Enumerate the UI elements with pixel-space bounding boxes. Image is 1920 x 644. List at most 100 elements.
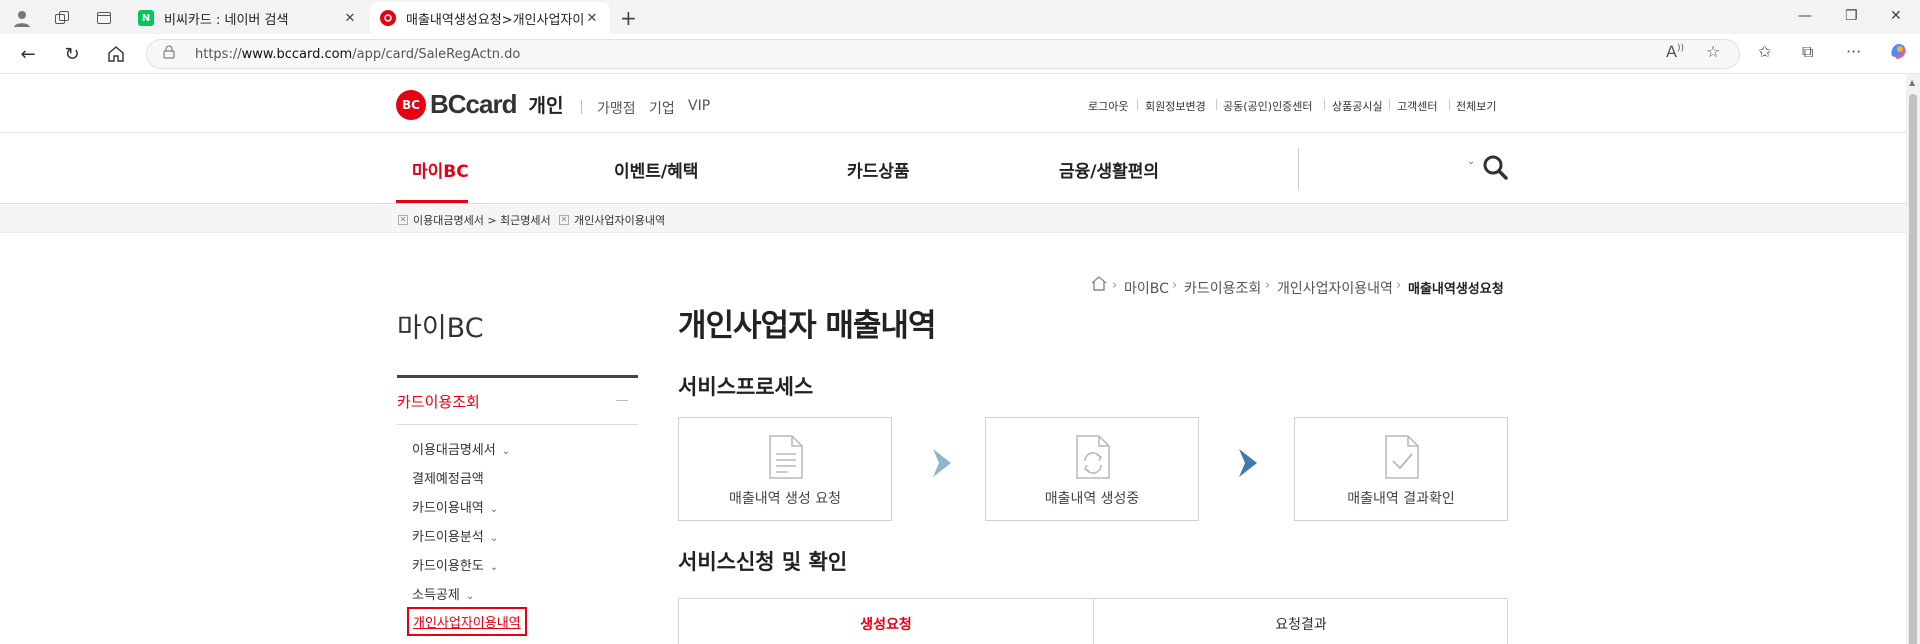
gnb-events[interactable]: 이벤트/혜택 — [614, 157, 698, 182]
tab-title: 비씨카드 : 네이버 검색 — [164, 12, 289, 28]
address-bar[interactable]: https://www.bccard.com/app/card/SaleRegA… — [146, 39, 1740, 69]
tab-bccard[interactable]: 매출내역생성요청>개인사업자이용내역 ✕ — [370, 2, 610, 34]
new-tab-icon[interactable]: + — [620, 6, 637, 30]
collections-icon[interactable]: ⧉ — [1802, 42, 1813, 62]
url-path: /app/card/SaleRegActn.do — [352, 46, 521, 62]
restore-icon[interactable]: ❐ — [1845, 8, 1858, 24]
browser-toolbar: ← ↻ https://www.bccard.com/app/card/Sale… — [0, 34, 1920, 74]
lnb-section-card-usage[interactable]: 카드이용조회 — [397, 391, 480, 412]
breadcrumb-item[interactable]: 개인사업자이용내역 — [1277, 278, 1393, 298]
certificate-center-link[interactable]: 공동(공인)인증센터 — [1223, 98, 1313, 114]
lnb-item-sole-proprietor[interactable]: 개인사업자이용내역 — [407, 607, 527, 636]
recent-item[interactable]: ✕ 이용대금명세서 > 최근명세서 — [398, 212, 551, 228]
chevron-down-icon: ⌄ — [489, 533, 499, 544]
customer-center-link[interactable]: 고객센터 — [1397, 98, 1437, 114]
page-title: 개인사업자 매출내역 — [678, 308, 936, 344]
divider — [1298, 148, 1299, 190]
breadcrumb-item[interactable]: 마이BC — [1124, 278, 1169, 298]
document-check-icon — [1385, 435, 1419, 479]
profile-icon[interactable] — [10, 6, 34, 30]
util-divider — [1216, 99, 1217, 110]
read-aloud-icon[interactable]: A)) — [1666, 42, 1684, 61]
tab-naver-search[interactable]: N 비씨카드 : 네이버 검색 ✕ — [128, 2, 368, 34]
favorites-icon[interactable]: ✩ — [1758, 42, 1771, 61]
lnb-title: 마이BC — [397, 313, 484, 344]
process-step-result: 매출내역 결과확인 — [1294, 417, 1508, 521]
back-icon[interactable]: ← — [16, 42, 40, 66]
view-all-link[interactable]: 전체보기 — [1456, 98, 1496, 114]
lnb-item-label: 카드이용내역 — [412, 501, 484, 516]
scrollbar-thumb[interactable] — [1909, 94, 1917, 644]
close-icon[interactable]: ✕ — [584, 11, 600, 26]
tab-title: 매출내역생성요청>개인사업자이용내역 — [406, 12, 584, 28]
chevron-down-icon: ⌄ — [465, 591, 475, 602]
home-icon[interactable] — [104, 42, 128, 66]
recent-item[interactable]: ✕ 개인사업자이용내역 — [559, 212, 665, 228]
chevron-right-icon — [1239, 449, 1257, 477]
chevron-down-icon: ⌄ — [489, 504, 499, 515]
lnb-item-usage-history[interactable]: 카드이용내역 ⌄ — [412, 497, 498, 516]
home-icon[interactable] — [1091, 276, 1107, 295]
recent-item-label: 이용대금명세서 > 최근명세서 — [413, 214, 551, 227]
step-label: 매출내역 생성중 — [1044, 491, 1140, 507]
process-step-generating: 매출내역 생성중 — [985, 417, 1199, 521]
lnb-item-label: 카드이용분석 — [412, 530, 484, 545]
gnb-finance[interactable]: 금융/생활편의 — [1059, 157, 1159, 182]
document-refresh-icon — [1076, 435, 1110, 479]
product-disclosure-link[interactable]: 상품공시실 — [1332, 98, 1383, 114]
chevron-right-icon: › — [1265, 278, 1271, 293]
vertical-tabs-icon[interactable] — [92, 6, 116, 30]
chevron-right-icon — [933, 449, 951, 477]
logout-link[interactable]: 로그아웃 — [1088, 98, 1128, 114]
lnb-item-tax-deduction[interactable]: 소득공제 ⌄ — [412, 584, 474, 603]
util-divider — [1324, 99, 1325, 110]
process-title: 서비스프로세스 — [678, 375, 814, 399]
breadcrumb-item[interactable]: 카드이용조회 — [1184, 278, 1261, 298]
gnb-my-bc[interactable]: 마이BC — [412, 157, 469, 182]
bc-logo-mark: BC — [396, 89, 426, 120]
step-label: 매출내역 생성 요청 — [729, 491, 841, 507]
refresh-icon[interactable]: ↻ — [60, 42, 84, 66]
chevron-right-icon: › — [1112, 278, 1118, 293]
tab-request-result[interactable]: 요청결과 — [1094, 599, 1508, 644]
main-navigation: 마이BC 이벤트/혜택 카드상품 금융/생활편의 ⌄ — [0, 134, 1906, 204]
close-icon[interactable]: ✕ — [398, 215, 408, 225]
lnb-item-label: 결제예정금액 — [412, 472, 484, 487]
subsite-corporate[interactable]: 기업 — [649, 98, 675, 118]
lnb-item-label: 개인사업자이용내역 — [413, 616, 521, 631]
subsite-vip[interactable]: VIP — [688, 98, 710, 114]
workspaces-icon[interactable] — [50, 6, 74, 30]
close-icon[interactable]: ✕ — [559, 215, 569, 225]
divider — [397, 375, 638, 378]
search-icon[interactable] — [1482, 154, 1508, 180]
lnb-item-usage-limit[interactable]: 카드이용한도 ⌄ — [412, 555, 498, 574]
naver-icon: N — [138, 10, 154, 26]
recent-item-label: 개인사업자이용내역 — [574, 214, 666, 227]
close-icon[interactable]: ✕ — [342, 11, 358, 26]
chevron-down-icon: ⌄ — [489, 562, 499, 573]
site-header: BC BCcard 개인 가맹점 기업 VIP 로그아웃 회원정보변경 공동(공… — [0, 74, 1906, 133]
close-window-icon[interactable]: ✕ — [1890, 8, 1902, 24]
gnb-card-products[interactable]: 카드상품 — [847, 157, 910, 182]
service-tabs: 생성요청 요청결과 — [678, 598, 1508, 644]
divider — [397, 424, 638, 425]
url-host: www.bccard.com — [241, 46, 353, 62]
chevron-right-icon: › — [1396, 278, 1402, 293]
lnb-item-statement[interactable]: 이용대금명세서 ⌄ — [412, 439, 510, 458]
favorite-star-icon[interactable]: ☆ — [1706, 42, 1720, 61]
more-icon[interactable]: ··· — [1846, 42, 1861, 61]
tab-create-request[interactable]: 생성요청 — [679, 599, 1093, 644]
bccard-logo[interactable]: BC BCcard 개인 — [396, 89, 563, 120]
copilot-icon[interactable] — [1888, 41, 1908, 65]
chevron-down-icon[interactable]: ⌄ — [1467, 156, 1475, 167]
lnb-item-payment-due[interactable]: 결제예정금액 — [412, 468, 484, 487]
scroll-up-icon[interactable]: ▲ — [1909, 78, 1915, 87]
chevron-right-icon: › — [1172, 278, 1178, 293]
subsite-merchant[interactable]: 가맹점 — [597, 98, 636, 118]
collapse-icon[interactable] — [616, 400, 628, 401]
page-scrollbar[interactable]: ▲ — [1906, 74, 1920, 644]
lnb-item-usage-analysis[interactable]: 카드이용분석 ⌄ — [412, 526, 498, 545]
minimize-icon[interactable]: — — [1798, 8, 1812, 24]
logo-text: BCcard — [430, 89, 517, 119]
member-info-link[interactable]: 회원정보변경 — [1145, 98, 1206, 114]
